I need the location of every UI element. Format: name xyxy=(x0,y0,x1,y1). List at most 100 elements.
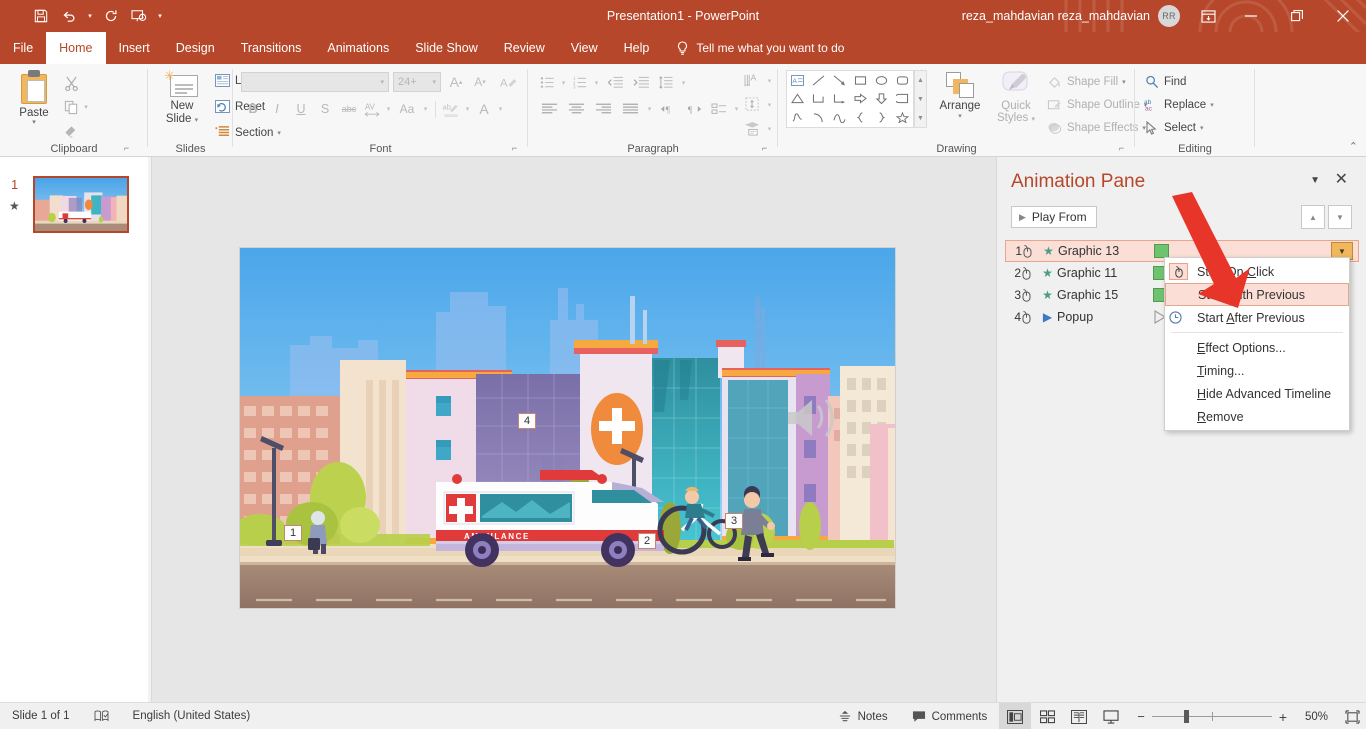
bullets-dropdown-icon[interactable]: ▾ xyxy=(558,72,569,93)
font-name-input[interactable]: ▾ xyxy=(241,72,389,92)
justify-button[interactable] xyxy=(617,98,644,119)
tab-help[interactable]: Help xyxy=(611,32,663,64)
shape-arrow-icon[interactable] xyxy=(829,71,850,90)
font-dialog-launcher[interactable]: ⌐ xyxy=(509,143,520,154)
shape-elbow-connector-icon[interactable] xyxy=(808,90,829,109)
window-controls[interactable] xyxy=(1188,0,1366,32)
shape-rounded-rect-icon[interactable] xyxy=(892,71,913,90)
menu-item-timing[interactable]: Timing... xyxy=(1165,359,1349,382)
play-from-button[interactable]: ▶ Play From xyxy=(1011,206,1097,228)
increase-indent-button[interactable] xyxy=(628,72,654,93)
text-shadow-button[interactable]: S xyxy=(313,98,337,120)
zoom-slider-thumb[interactable] xyxy=(1183,710,1189,723)
menu-item-effect-options[interactable]: Effect Options... xyxy=(1165,336,1349,359)
shape-flowchart-icon[interactable] xyxy=(892,90,913,109)
zoom-control[interactable]: − + 50% xyxy=(1127,709,1338,725)
columns-dropdown-icon[interactable]: ▾ xyxy=(644,98,655,119)
font-color-dropdown-icon[interactable]: ▾ xyxy=(495,99,506,120)
pane-options-icon[interactable]: ▼ xyxy=(1310,175,1320,186)
shape-fill-button[interactable]: Shape Fill ▾ xyxy=(1046,73,1126,90)
ribbon-display-options-icon[interactable] xyxy=(1188,0,1228,32)
tab-view[interactable]: View xyxy=(558,32,611,64)
shape-right-arrow-icon[interactable] xyxy=(850,90,871,109)
slide-content[interactable]: AMBULANCE 1 2 3 4 xyxy=(240,248,895,608)
zoom-out-button[interactable]: − xyxy=(1137,709,1145,724)
decrease-indent-button[interactable] xyxy=(602,72,628,93)
convert-smartart-group[interactable]: ▾ xyxy=(740,118,775,139)
shape-rectangle-icon[interactable] xyxy=(850,71,871,90)
find-button[interactable]: Find xyxy=(1143,73,1186,90)
fit-to-window-button[interactable] xyxy=(1338,703,1366,729)
comments-button[interactable]: Comments xyxy=(900,703,1000,729)
font-color-button[interactable]: A xyxy=(473,98,495,120)
zoom-in-button[interactable]: + xyxy=(1279,709,1287,725)
quick-styles-button[interactable]: Quick Styles ▾ xyxy=(990,70,1042,126)
arrange-dropdown-icon[interactable]: ▾ xyxy=(934,112,986,120)
font-size-input[interactable]: 24+ ▾ xyxy=(393,72,441,92)
close-button[interactable] xyxy=(1320,0,1366,32)
shape-right-brace-icon[interactable] xyxy=(871,108,892,127)
ribbon-tab-bar[interactable]: File Home Insert Design Transitions Anim… xyxy=(0,32,1366,64)
notes-button[interactable]: Notes xyxy=(826,703,900,729)
paste-dropdown-icon[interactable]: ▾ xyxy=(10,118,58,126)
character-spacing-button[interactable]: AV xyxy=(361,98,383,120)
shape-star-icon[interactable] xyxy=(892,108,913,127)
slide-canvas-area[interactable]: AMBULANCE 1 2 3 4 xyxy=(152,157,996,702)
line-spacing-button[interactable] xyxy=(654,72,678,93)
shape-arc-icon[interactable] xyxy=(808,108,829,127)
shape-curve-icon[interactable] xyxy=(829,108,850,127)
animation-context-menu[interactable]: Start On Click Start With Previous Start… xyxy=(1164,257,1350,431)
menu-item-remove[interactable]: Remove xyxy=(1165,405,1349,428)
text-highlight-color-button[interactable]: ab xyxy=(440,98,462,120)
shape-scribble-icon[interactable] xyxy=(787,108,808,127)
timing-bar[interactable] xyxy=(1154,244,1169,258)
text-direction-rtl-button[interactable]: ¶ xyxy=(681,98,707,119)
bullets-button[interactable] xyxy=(536,72,558,93)
tab-file[interactable]: File xyxy=(0,32,46,64)
zoom-slider[interactable] xyxy=(1151,710,1272,723)
menu-item-start-on-click[interactable]: Start On Click xyxy=(1165,260,1349,283)
align-text-button[interactable] xyxy=(740,94,764,115)
shape-oval-icon[interactable] xyxy=(871,71,892,90)
paragraph-dialog-launcher[interactable]: ⌐ xyxy=(759,143,770,154)
status-right-group[interactable]: Notes Comments − + 50% xyxy=(826,703,1366,729)
tab-design[interactable]: Design xyxy=(163,32,228,64)
view-normal-button[interactable] xyxy=(999,703,1032,729)
drawing-dialog-launcher[interactable]: ⌐ xyxy=(1116,143,1127,154)
convert-smartart-dropdown-icon[interactable]: ▾ xyxy=(764,118,775,139)
shape-fill-dropdown-icon[interactable]: ▾ xyxy=(1122,78,1126,86)
paragraph-row-1[interactable]: ▾ 123 ▾ ▾ xyxy=(536,72,689,93)
slide-indicator[interactable]: Slide 1 of 1 xyxy=(0,703,82,729)
slide-thumbnail-panel[interactable]: 1 ★ xyxy=(0,157,152,702)
numbering-dropdown-icon[interactable]: ▾ xyxy=(591,72,602,93)
pane-close-icon[interactable]: ✕ xyxy=(1335,169,1348,189)
text-direction-group[interactable]: A ▾ xyxy=(740,70,775,91)
shapes-more-icon[interactable]: ▼ xyxy=(915,109,926,128)
animation-tag-4[interactable]: 4 xyxy=(518,413,537,429)
shape-left-brace-icon[interactable] xyxy=(850,108,871,127)
restore-button[interactable] xyxy=(1274,0,1320,32)
bold-button[interactable]: B xyxy=(241,98,265,120)
select-button[interactable]: Select ▾ xyxy=(1143,119,1203,136)
replace-dropdown-icon[interactable]: ▾ xyxy=(1210,101,1214,109)
accessibility-icon[interactable] xyxy=(82,703,121,729)
underline-button[interactable]: U xyxy=(289,98,313,120)
change-case-dropdown-icon[interactable]: ▾ xyxy=(420,99,431,120)
status-bar[interactable]: Slide 1 of 1 English (United States) Not… xyxy=(0,702,1366,729)
tab-animations[interactable]: Animations xyxy=(314,32,402,64)
clipboard-dialog-launcher[interactable]: ⌐ xyxy=(121,143,132,154)
text-direction-button[interactable]: A xyxy=(740,70,764,91)
view-reading-button[interactable] xyxy=(1063,703,1095,729)
shape-down-arrow-icon[interactable] xyxy=(871,90,892,109)
clear-formatting-button[interactable]: A xyxy=(497,72,519,92)
minimize-button[interactable] xyxy=(1228,0,1274,32)
view-slideshow-button[interactable] xyxy=(1095,703,1127,729)
paste-button[interactable]: Paste ▾ xyxy=(10,70,58,126)
italic-button[interactable]: I xyxy=(265,98,289,120)
shape-effects-button[interactable]: Shape Effects ▾ xyxy=(1046,119,1146,136)
select-dropdown-icon[interactable]: ▾ xyxy=(1200,124,1204,132)
tab-insert[interactable]: Insert xyxy=(106,32,163,64)
shapes-scrollbar[interactable]: ▲ ▼ ▼ xyxy=(914,70,927,128)
numbering-button[interactable]: 123 xyxy=(569,72,591,93)
text-direction-ltr-button[interactable]: ¶ xyxy=(655,98,681,119)
